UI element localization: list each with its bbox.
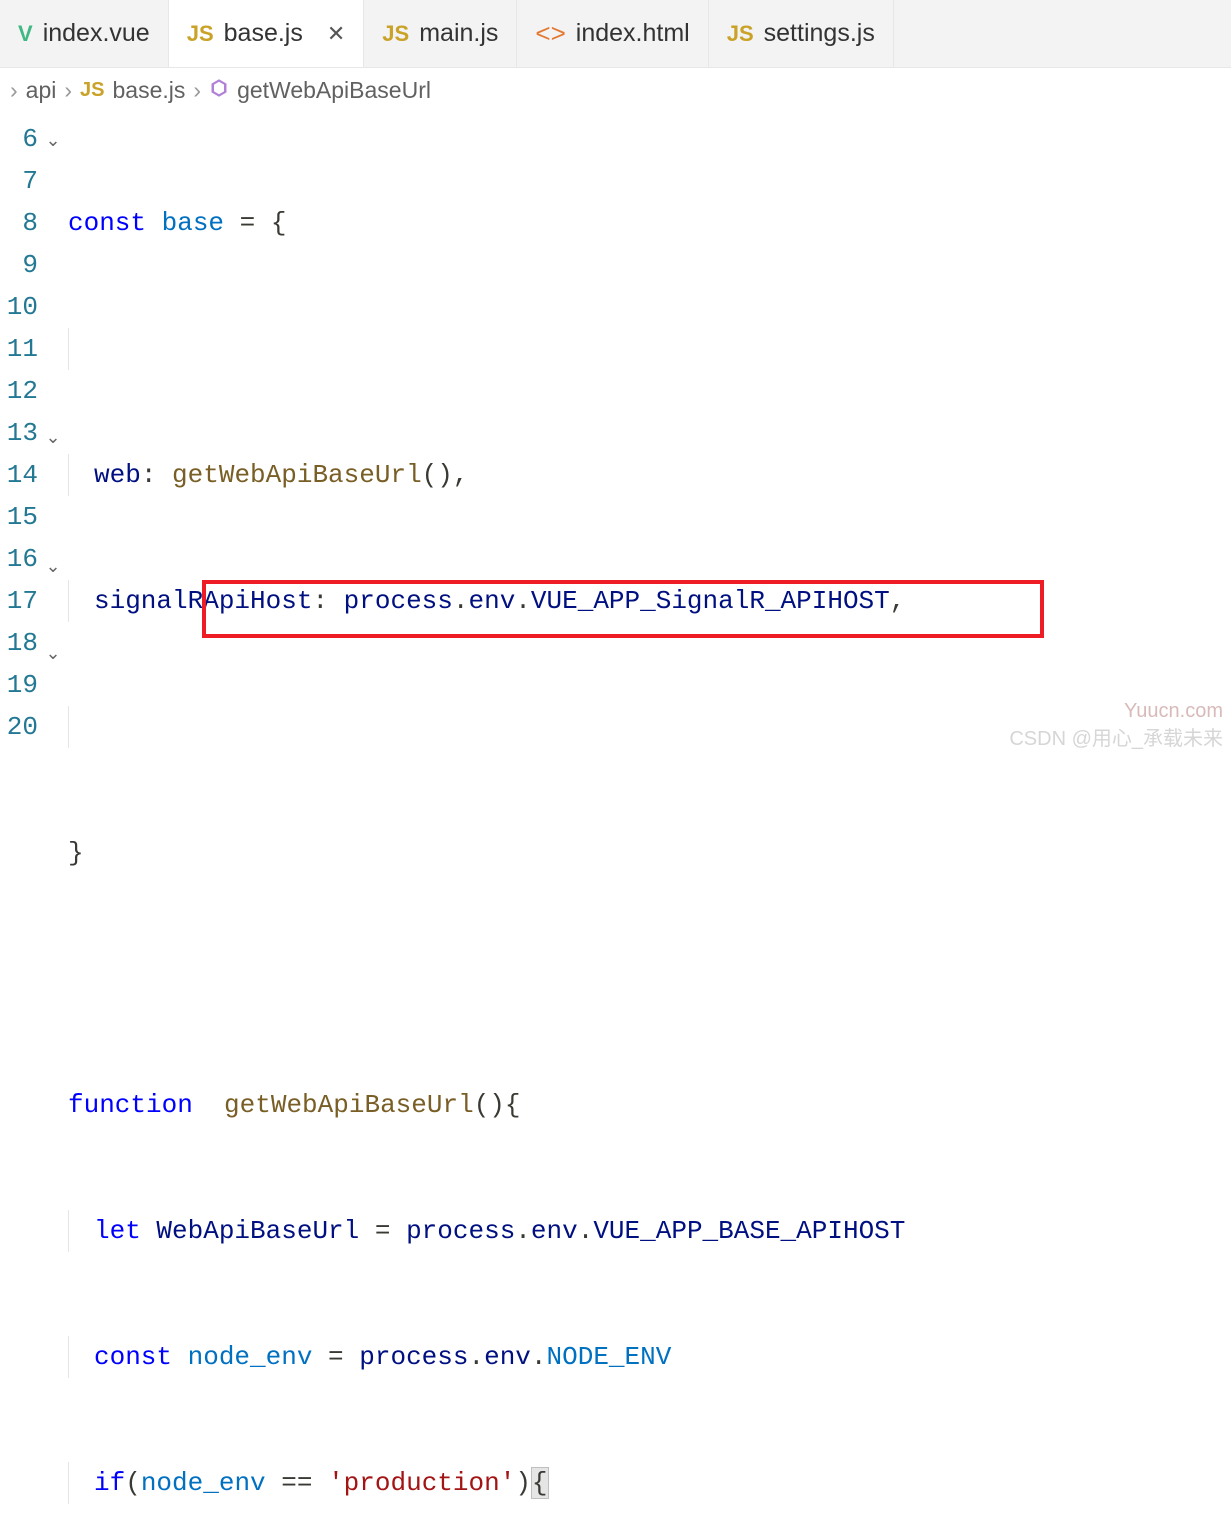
js-icon: JS bbox=[80, 79, 104, 102]
tab-index-vue[interactable]: V index.vue bbox=[0, 0, 169, 67]
line-number: 18 bbox=[0, 622, 38, 664]
line-number: 6 bbox=[0, 118, 38, 160]
tab-label: index.html bbox=[576, 19, 690, 48]
code-line: } bbox=[68, 832, 1231, 874]
code-line: const node_env = process.env.NODE_ENV bbox=[68, 1336, 1231, 1378]
tab-index-html[interactable]: <> index.html bbox=[517, 0, 708, 67]
tab-label: index.vue bbox=[43, 19, 150, 48]
breadcrumb-seg-api[interactable]: api bbox=[26, 77, 57, 104]
line-number: 20 bbox=[0, 706, 38, 748]
line-number: 7 bbox=[0, 160, 38, 202]
breadcrumb: › api › JS base.js › getWebApiBaseUrl bbox=[0, 68, 1231, 112]
line-number: 13 bbox=[0, 412, 38, 454]
chevron-right-icon: › bbox=[64, 77, 72, 104]
line-number: 14 bbox=[0, 454, 38, 496]
code-line: web: getWebApiBaseUrl(), bbox=[68, 454, 1231, 496]
line-number: 15 bbox=[0, 496, 38, 538]
line-number: 12 bbox=[0, 370, 38, 412]
line-gutter: 6 7 8 9 10 11 12 13 14 15 16 17 18 19 20 bbox=[0, 112, 38, 767]
code-editor[interactable]: 6 7 8 9 10 11 12 13 14 15 16 17 18 19 20… bbox=[0, 112, 1231, 767]
js-icon: JS bbox=[187, 21, 214, 47]
line-number: 8 bbox=[0, 202, 38, 244]
tab-label: main.js bbox=[419, 19, 498, 48]
watermark: Yuucn.com bbox=[1124, 700, 1223, 723]
breadcrumb-seg-symbol[interactable]: getWebApiBaseUrl bbox=[237, 77, 431, 104]
tab-base-js[interactable]: JS base.js ✕ bbox=[169, 0, 365, 67]
fold-icon[interactable]: ⌄ bbox=[38, 121, 68, 163]
code-area[interactable]: const base = { web: getWebApiBaseUrl(), … bbox=[68, 112, 1231, 767]
tab-main-js[interactable]: JS main.js bbox=[364, 0, 517, 67]
line-number: 11 bbox=[0, 328, 38, 370]
fold-icon[interactable]: ⌄ bbox=[38, 547, 68, 589]
close-icon[interactable]: ✕ bbox=[327, 21, 345, 47]
tab-label: base.js bbox=[224, 19, 303, 48]
line-number: 9 bbox=[0, 244, 38, 286]
breadcrumb-seg-file[interactable]: base.js bbox=[113, 77, 186, 104]
js-icon: JS bbox=[727, 21, 754, 47]
editor-tabs: V index.vue JS base.js ✕ JS main.js <> i… bbox=[0, 0, 1231, 68]
fold-icon[interactable]: ⌄ bbox=[38, 418, 68, 460]
html-icon: <> bbox=[535, 18, 565, 49]
chevron-right-icon: › bbox=[193, 77, 201, 104]
tab-settings-js[interactable]: JS settings.js bbox=[709, 0, 894, 67]
line-number: 17 bbox=[0, 580, 38, 622]
fold-gutter: ⌄ ⌄ ⌄ ⌄ bbox=[38, 112, 68, 767]
code-line: function getWebApiBaseUrl(){ bbox=[68, 1084, 1231, 1126]
line-number: 10 bbox=[0, 286, 38, 328]
code-line: const base = { bbox=[68, 202, 1231, 244]
chevron-right-icon: › bbox=[10, 77, 18, 104]
line-number: 19 bbox=[0, 664, 38, 706]
code-line: let WebApiBaseUrl = process.env.VUE_APP_… bbox=[68, 1210, 1231, 1252]
code-line bbox=[68, 328, 1231, 370]
watermark: CSDN @用心_承载未来 bbox=[1009, 722, 1223, 751]
code-line: if(node_env == 'production'){ bbox=[68, 1462, 1231, 1504]
tab-label: settings.js bbox=[764, 19, 875, 48]
vue-icon: V bbox=[18, 21, 33, 47]
symbol-method-icon bbox=[209, 77, 229, 104]
code-line: signalRApiHost: process.env.VUE_APP_Sign… bbox=[68, 580, 1231, 622]
js-icon: JS bbox=[382, 21, 409, 47]
line-number: 16 bbox=[0, 538, 38, 580]
fold-icon[interactable]: ⌄ bbox=[38, 634, 68, 676]
code-line bbox=[68, 958, 1231, 1000]
